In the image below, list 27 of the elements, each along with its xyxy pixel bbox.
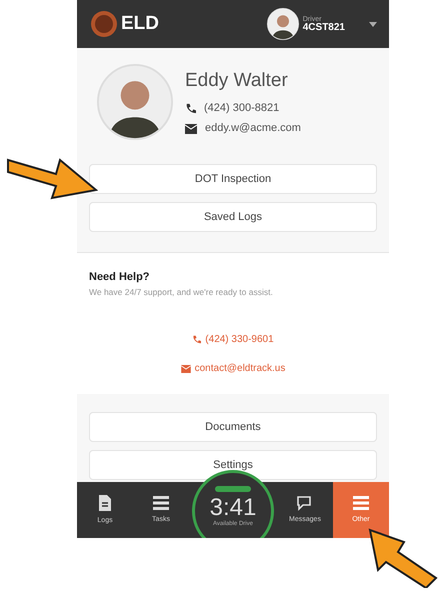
chat-icon xyxy=(296,494,314,511)
driver-name: Eddy Walter xyxy=(185,69,289,94)
email-text: eddy.w@acme.com xyxy=(205,121,301,136)
document-icon xyxy=(97,494,113,512)
logo-icon xyxy=(89,9,119,39)
help-title: Need Help? xyxy=(89,270,151,285)
driver-id: 4CST821 xyxy=(302,22,345,32)
timer-time: 3:41 xyxy=(210,496,256,520)
phone-icon xyxy=(185,102,196,114)
status-pill xyxy=(215,486,251,492)
menu-icon xyxy=(352,494,370,511)
arrow-drawing xyxy=(368,526,438,588)
menu-button[interactable]: Saved Logs xyxy=(89,202,377,232)
logo-text: ELD xyxy=(121,12,159,36)
list-icon xyxy=(152,494,170,511)
dropdown-icon xyxy=(369,22,377,26)
avatar xyxy=(266,8,299,40)
phone-text: (424) 300-8821 xyxy=(204,100,280,116)
menu-button[interactable]: Settings xyxy=(89,450,377,480)
menu-button[interactable]: DOT Inspection xyxy=(89,164,377,194)
phone-icon xyxy=(192,335,202,344)
menu-button[interactable]: Documents xyxy=(89,412,377,442)
support-phone-link[interactable]: (424) 330-9601 xyxy=(192,332,274,348)
support-email-link[interactable]: contact@eldtrack.us xyxy=(180,361,286,376)
envelope-icon xyxy=(185,124,197,134)
envelope-icon xyxy=(180,364,191,373)
help-text: We have 24/7 support, and we're ready to assist. xyxy=(89,286,274,298)
